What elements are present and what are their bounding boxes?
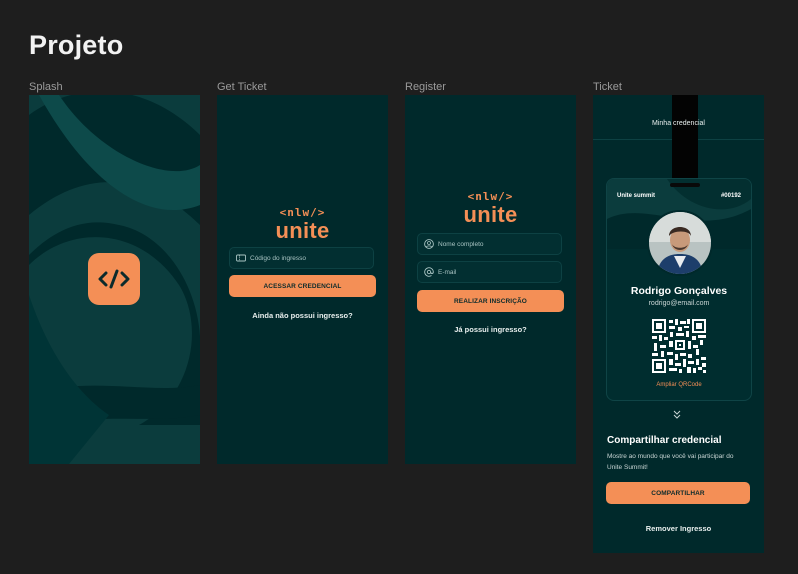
header-title: Minha credencial bbox=[652, 120, 705, 127]
page-title: Projeto bbox=[29, 30, 124, 60]
user-icon bbox=[424, 239, 434, 249]
user-photo bbox=[649, 212, 711, 274]
lanyard bbox=[672, 95, 698, 187]
share-button[interactable]: COMPARTILHAR bbox=[606, 482, 750, 504]
full-name-field[interactable] bbox=[417, 233, 562, 255]
no-ticket-link[interactable]: Ainda não possui ingresso? bbox=[217, 311, 388, 320]
at-sign-icon bbox=[424, 267, 434, 277]
event-name: Unite summit bbox=[617, 193, 656, 199]
code-icon bbox=[98, 269, 130, 289]
attendee-email: rodrigo@email.com bbox=[648, 300, 710, 307]
brand-word: unite bbox=[463, 202, 518, 227]
chevrons-down-icon bbox=[673, 410, 681, 419]
has-ticket-link[interactable]: Já possui ingresso? bbox=[405, 325, 576, 334]
qr-code bbox=[652, 319, 706, 373]
expand-qrcode-link[interactable]: Ampliar QRCode bbox=[607, 382, 751, 388]
ticket-frame: Minha credencial Unite summit #00192 Rod… bbox=[593, 95, 764, 553]
email-field[interactable] bbox=[417, 261, 562, 283]
splash-frame[interactable] bbox=[29, 95, 200, 464]
full-name-input[interactable] bbox=[438, 240, 553, 248]
brand-word: unite bbox=[275, 218, 330, 243]
register-button[interactable]: REALIZAR INSCRIÇÃO bbox=[417, 290, 564, 312]
brand-logo: <nlw/> unite bbox=[217, 206, 388, 243]
brand-logo: <nlw/> unite bbox=[405, 190, 576, 227]
credential-card: Unite summit #00192 Rodrigo Gonçalves ro… bbox=[606, 178, 752, 401]
remove-ticket-link[interactable]: Remover Ingresso bbox=[593, 524, 764, 533]
register-frame: <nlw/> unite REALIZAR INSCRIÇÃO Já possu… bbox=[405, 95, 576, 464]
share-title: Compartilhar credencial bbox=[607, 435, 722, 446]
frame-label-register: Register bbox=[405, 81, 446, 93]
access-credential-button[interactable]: ACESSAR CREDENCIAL bbox=[229, 275, 376, 297]
ticket-code-field[interactable] bbox=[229, 247, 374, 269]
share-description: Mostre ao mundo que você vai participar … bbox=[607, 453, 734, 471]
ticket-code-input[interactable] bbox=[250, 254, 365, 262]
frame-label-get-ticket: Get Ticket bbox=[217, 81, 267, 93]
attendee-name: Rodrigo Gonçalves bbox=[630, 285, 728, 297]
email-input[interactable] bbox=[438, 268, 553, 276]
ticket-number: #00192 bbox=[720, 193, 741, 199]
lanyard-clip bbox=[670, 183, 700, 187]
app-logo bbox=[88, 253, 140, 305]
frame-label-ticket: Ticket bbox=[593, 81, 622, 93]
ticket-icon bbox=[236, 254, 246, 262]
avatar bbox=[647, 210, 713, 276]
frame-label-splash: Splash bbox=[29, 81, 63, 93]
get-ticket-frame: <nlw/> unite ACESSAR CREDENCIAL Ainda nã… bbox=[217, 95, 388, 464]
